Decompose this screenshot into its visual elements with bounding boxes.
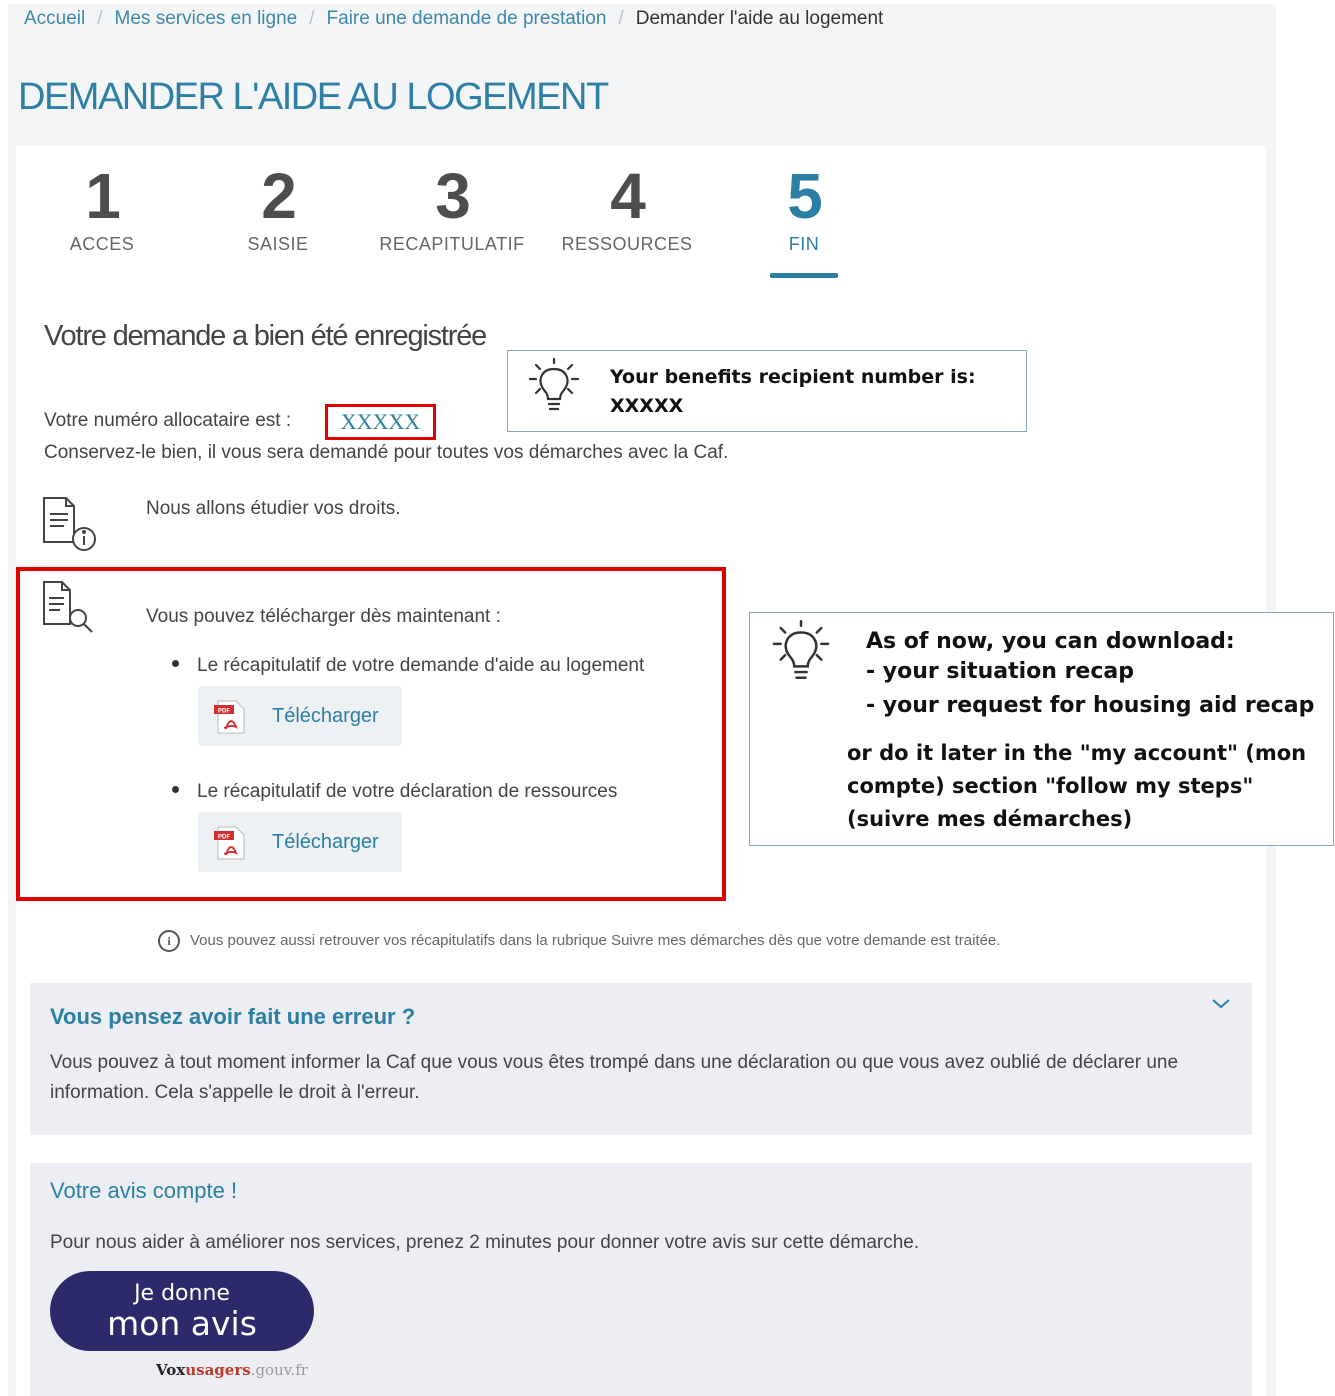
step-ressources: 4 RESSOURCES	[537, 160, 717, 255]
info-icon: i	[158, 930, 180, 952]
feedback-button-line2: mon avis	[107, 1304, 257, 1343]
callout-text: Your benefits recipient number is: XXXXX	[610, 363, 976, 421]
bullet-dot	[172, 786, 179, 794]
svg-text:PDF: PDF	[218, 709, 230, 715]
step-saisie: 2 SAISIE	[188, 160, 368, 255]
download-button-label: Télécharger	[272, 831, 379, 853]
breadcrumb-link-demande[interactable]: Faire une demande de prestation	[327, 8, 607, 29]
error-panel-body: Vous pouvez à tout moment informer la Ca…	[50, 1052, 1179, 1103]
breadcrumb-link-services[interactable]: Mes services en ligne	[115, 8, 298, 29]
download-item-label: Le récapitulatif de votre demande d'aide…	[197, 655, 645, 676]
bullet-dot	[172, 660, 179, 668]
callout-heading: As of now, you can download:	[866, 629, 1235, 654]
stepper: 1 ACCES 2 SAISIE 3 RECAPITULATIF 4 RESSO…	[32, 160, 882, 290]
callout-item: - your situation recap	[866, 659, 1134, 684]
give-feedback-button[interactable]: Je donne mon avis	[50, 1271, 314, 1351]
step-number: 3	[435, 160, 471, 232]
voxusagers-logo: Voxusagers.gouv.fr	[156, 1361, 308, 1379]
download-button-resources[interactable]: PDF Télécharger	[198, 812, 402, 872]
active-step-indicator	[770, 273, 838, 278]
confirmation-title: Votre demande a bien été enregistrée	[44, 320, 487, 352]
chevron-down-icon[interactable]	[1210, 997, 1232, 1011]
page-title: DEMANDER L'AIDE AU LOGEMENT	[18, 76, 609, 118]
lightbulb-icon	[528, 357, 580, 411]
step-label: FIN	[788, 234, 820, 254]
callout-recipient-number: Your benefits recipient number is: XXXXX	[507, 350, 1027, 432]
step-number: 1	[85, 160, 121, 232]
callout-item: - your request for housing aid recap	[866, 693, 1315, 718]
download-button-housing-aid[interactable]: PDF Télécharger	[198, 686, 402, 746]
error-panel: Vous pensez avoir fait une erreur ? Vous…	[30, 983, 1252, 1135]
feedback-button-line1: Je donne	[134, 1281, 230, 1306]
keep-number-text: Conservez-le bien, il vous sera demandé …	[44, 442, 729, 463]
breadcrumb-separator: /	[97, 8, 103, 29]
breadcrumb-link-accueil[interactable]: Accueil	[24, 8, 85, 29]
breadcrumb-separator: /	[618, 8, 624, 29]
alloc-number: XXXXX	[325, 404, 436, 440]
pdf-icon: PDF	[214, 826, 245, 860]
step-fin: 5 FIN	[714, 160, 894, 255]
step-number: 5	[787, 160, 823, 232]
feedback-panel-title: Votre avis compte !	[50, 1178, 238, 1203]
alloc-label: Votre numéro allocataire est :	[44, 410, 292, 431]
feedback-panel: Votre avis compte ! Pour nous aider à am…	[30, 1163, 1252, 1396]
download-intro: Vous pouvez télécharger dès maintenant :	[146, 606, 501, 627]
callout-footer: or do it later in the "my account" (mon …	[847, 741, 1307, 831]
info-note: i Vous pouvez aussi retrouver vos récapit…	[158, 930, 1000, 952]
step-acces: 1 ACCES	[12, 160, 192, 255]
download-item: Le récapitulatif de votre déclaration de…	[172, 781, 617, 803]
lightbulb-icon	[772, 620, 830, 679]
feedback-panel-body: Pour nous aider à améliorer nos services…	[50, 1232, 920, 1253]
step-label: RECAPITULATIF	[379, 234, 525, 254]
breadcrumb: Accueil / Mes services en ligne / Faire une …	[24, 8, 883, 30]
info-note-text: Vous pouvez aussi retrouver vos récapitu…	[190, 931, 1001, 949]
breadcrumb-separator: /	[309, 8, 315, 29]
study-rights-text: Nous allons étudier vos droits.	[146, 498, 401, 519]
step-label: RESSOURCES	[561, 234, 693, 254]
breadcrumb-current: Demander l'aide au logement	[635, 8, 884, 29]
step-label: SAISIE	[247, 234, 309, 254]
error-panel-title[interactable]: Vous pensez avoir fait une erreur ?	[50, 1004, 415, 1030]
download-button-label: Télécharger	[272, 705, 379, 727]
download-item-label: Le récapitulatif de votre déclaration de…	[197, 781, 618, 802]
document-search-icon	[43, 581, 93, 633]
step-number: 4	[610, 160, 646, 232]
step-label: ACCES	[69, 234, 135, 254]
callout-line: Your benefits recipient number is:	[610, 366, 976, 388]
document-info-icon	[43, 497, 96, 551]
step-number: 2	[261, 160, 297, 232]
step-recapitulatif: 3 RECAPITULATIF	[362, 160, 542, 255]
callout-download-info: As of now, you can download: - your situ…	[749, 612, 1334, 846]
download-item: Le récapitulatif de votre demande d'aide…	[172, 655, 644, 677]
svg-text:PDF: PDF	[218, 835, 230, 841]
callout-line: XXXXX	[610, 395, 684, 417]
pdf-icon: PDF	[214, 700, 245, 734]
